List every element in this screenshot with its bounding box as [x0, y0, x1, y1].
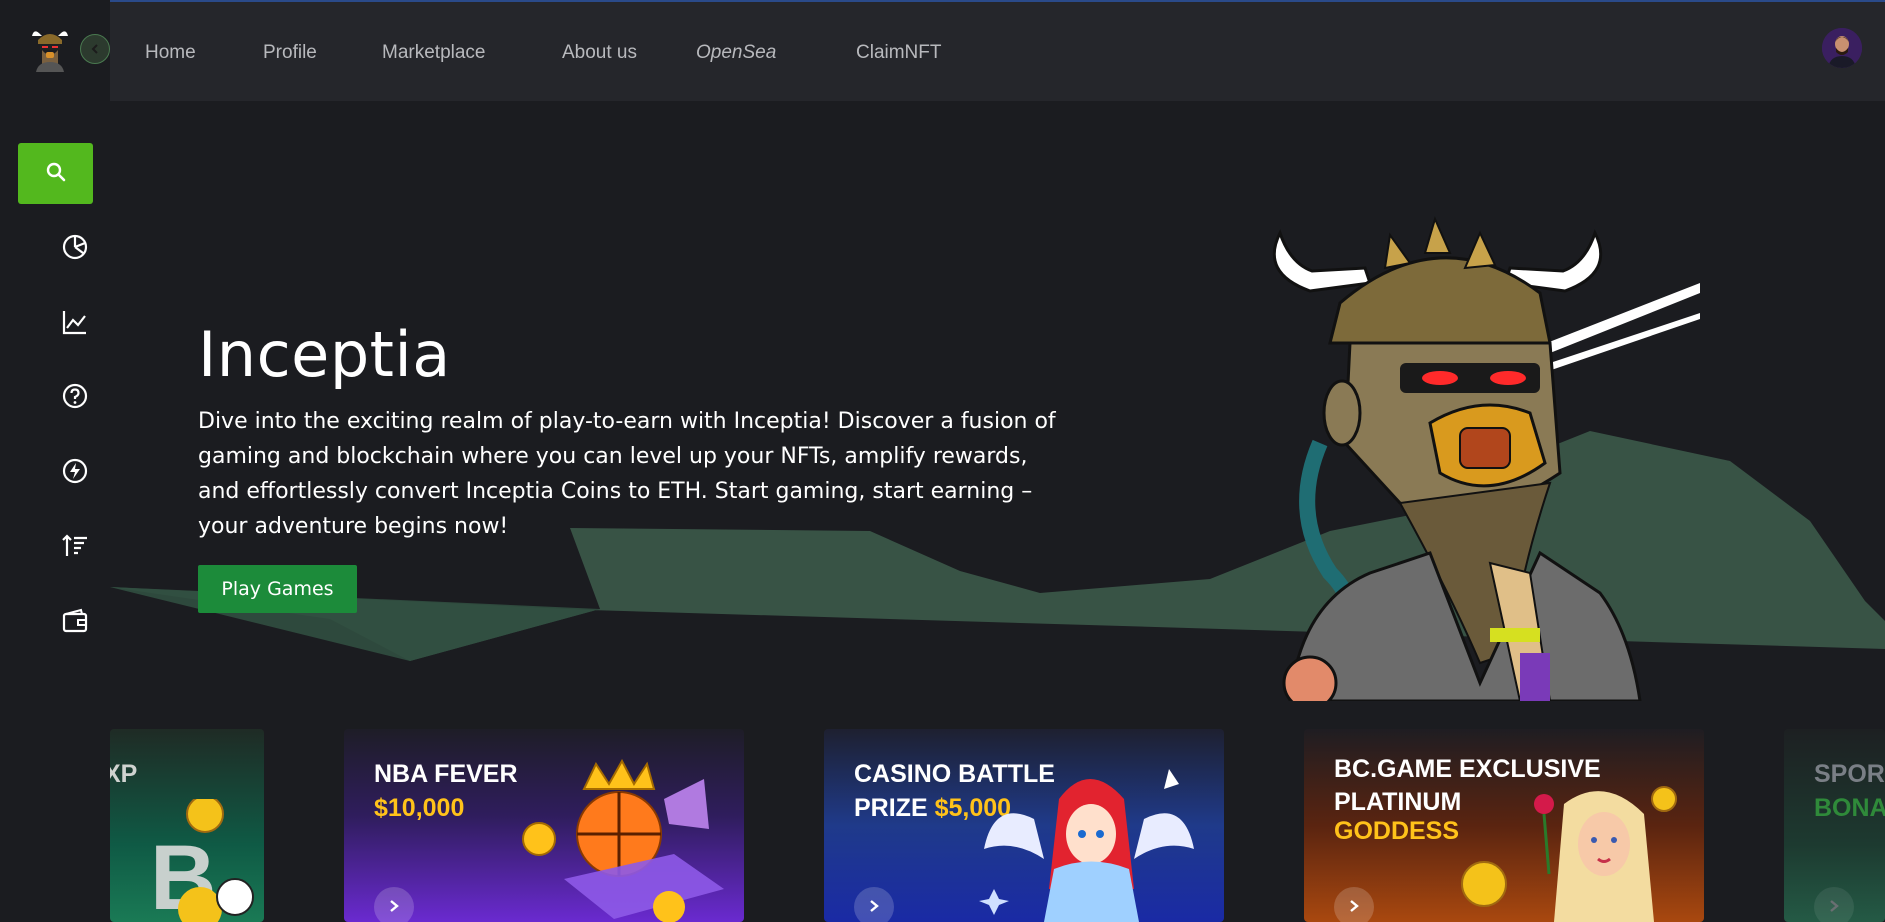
pie-chart-icon	[61, 233, 89, 265]
line-chart-icon	[61, 308, 89, 340]
lightning-icon	[61, 457, 89, 489]
nav-about-us[interactable]: About us	[562, 42, 637, 64]
card-prize-label: PRIZE	[854, 794, 935, 822]
card-next-button[interactable]	[1814, 887, 1854, 922]
nav-home[interactable]: Home	[145, 42, 196, 64]
top-navigation: Home Profile Marketplace About us OpenSe…	[110, 2, 1885, 101]
sidebar-item-stats[interactable]	[58, 307, 92, 341]
basketball-illustration	[514, 758, 734, 922]
card-next-button[interactable]	[854, 887, 894, 922]
card-title-line1: NBA FEVER	[374, 760, 518, 788]
card-prize: BONA	[1814, 794, 1885, 822]
card-title: XP	[110, 760, 138, 788]
promo-card-platinum-goddess[interactable]: BC.GAME EXCLUSIVE PLATINUM GODDESS	[1304, 729, 1704, 922]
sidebar-item-leaderboard[interactable]	[58, 531, 92, 565]
sort-icon	[61, 532, 89, 564]
card-next-button[interactable]	[1334, 887, 1374, 922]
sidebar-search-button[interactable]	[18, 143, 93, 204]
card-title: SPORT BONA	[1814, 757, 1885, 825]
hero-section: Inceptia Dive into the exciting realm of…	[110, 101, 1885, 701]
search-icon	[45, 161, 67, 187]
chevron-right-icon	[868, 898, 880, 917]
promo-card-casino-battle[interactable]: CASINO BATTLE PRIZE $5,000	[824, 729, 1224, 922]
card-prize: $10,000	[374, 794, 465, 822]
promo-card-xp[interactable]: XP B	[110, 729, 264, 922]
sidebar-item-boost[interactable]	[58, 456, 92, 490]
card-illustration: B	[110, 795, 264, 922]
nav-profile[interactable]: Profile	[263, 42, 317, 64]
promo-card-sport-bonus[interactable]: SPORT BONA	[1784, 729, 1885, 922]
play-games-button[interactable]: Play Games	[198, 565, 357, 613]
hero-character-illustration	[1250, 213, 1700, 701]
user-avatar[interactable]	[1822, 28, 1862, 68]
nav-opensea[interactable]: OpenSea	[696, 42, 776, 64]
sidebar-item-help[interactable]	[58, 381, 92, 415]
help-icon	[61, 382, 89, 414]
card-title: NBA FEVER $10,000	[374, 757, 518, 825]
sidebar-item-dashboard[interactable]	[58, 232, 92, 266]
logo[interactable]	[28, 24, 72, 72]
chevron-left-icon	[89, 40, 101, 59]
card-title-line1: SPORT	[1814, 760, 1885, 788]
goddess-illustration	[1454, 774, 1694, 922]
chevron-right-icon	[1828, 898, 1840, 917]
nav-claimnft[interactable]: ClaimNFT	[856, 42, 942, 64]
anime-illustration	[974, 759, 1214, 922]
collapse-sidebar-button[interactable]	[80, 34, 110, 64]
nav-marketplace[interactable]: Marketplace	[382, 42, 486, 64]
sidebar	[0, 0, 110, 922]
wallet-icon	[61, 607, 89, 639]
hero-title: Inceptia	[198, 318, 451, 391]
sidebar-item-wallet[interactable]	[58, 606, 92, 640]
card-next-button[interactable]	[374, 887, 414, 922]
hero-description: Dive into the exciting realm of play-to-…	[198, 409, 1056, 539]
chevron-right-icon	[1348, 898, 1360, 917]
promo-card-nba-fever[interactable]: NBA FEVER $10,000	[344, 729, 744, 922]
chevron-right-icon	[388, 898, 400, 917]
